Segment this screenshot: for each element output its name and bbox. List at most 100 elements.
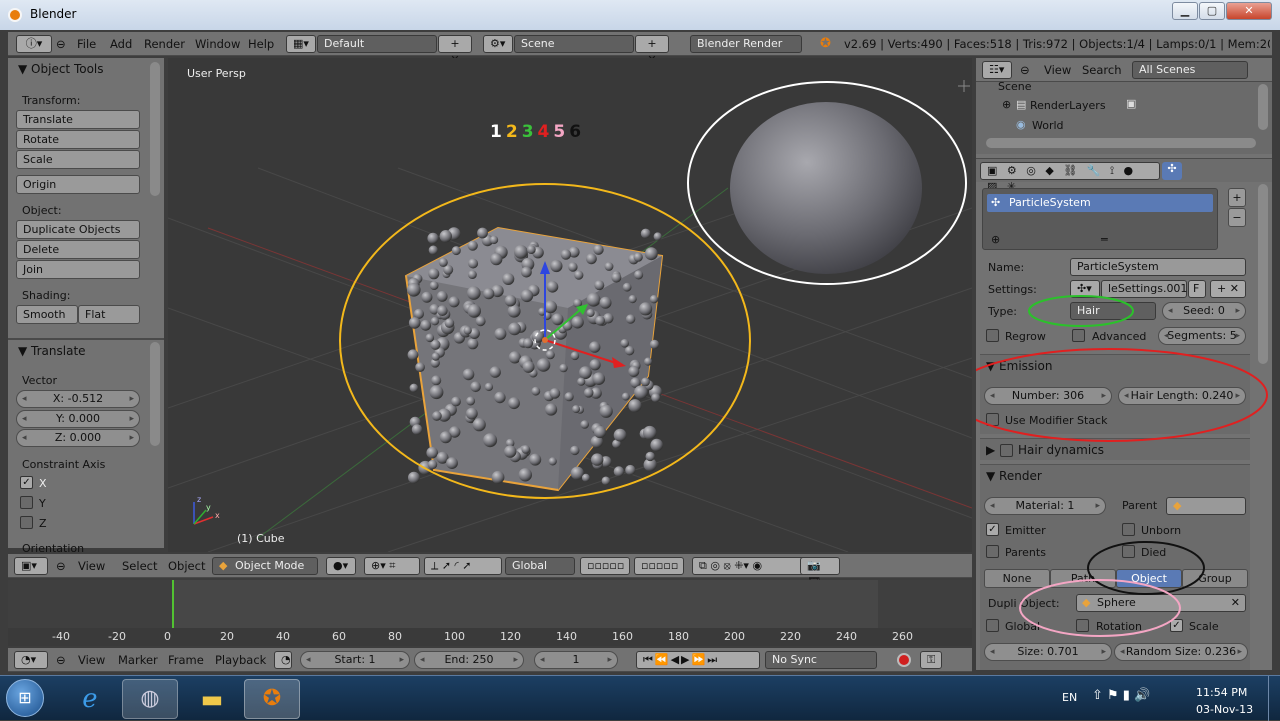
outliner-menu-view[interactable]: View: [1044, 63, 1071, 77]
collapse-icon[interactable]: ⊖: [56, 37, 66, 51]
collapse-icon[interactable]: ⊖: [1020, 63, 1030, 77]
clear-icon[interactable]: ✕: [1231, 595, 1240, 611]
editor-type-icon[interactable]: ⓘ▾: [16, 35, 52, 53]
vector-z-field[interactable]: Z: 0.000: [16, 429, 140, 447]
scene-select[interactable]: Scene: [514, 35, 634, 53]
clock-time[interactable]: 11:54 PM: [1196, 686, 1247, 699]
join-button[interactable]: Join: [16, 260, 140, 279]
settings-fake-user[interactable]: F: [1188, 280, 1206, 298]
material-field[interactable]: Material: 1: [984, 497, 1106, 515]
collapse-icon[interactable]: ⊖: [56, 559, 66, 573]
scene-icon[interactable]: ⚙▾: [483, 35, 513, 53]
keying-icon[interactable]: ⚿: [920, 651, 942, 669]
language-indicator[interactable]: EN: [1062, 691, 1077, 704]
rotate-button[interactable]: Rotate: [16, 130, 140, 149]
viewport-menu-select[interactable]: Select: [122, 559, 157, 573]
settings-field[interactable]: leSettings.001: [1101, 280, 1187, 298]
mode-select[interactable]: ◆ Object Mode: [212, 557, 318, 575]
end-frame-field[interactable]: End: 250: [414, 651, 524, 669]
remove-particle-system-button[interactable]: −: [1228, 208, 1246, 227]
translate-operator-header[interactable]: ▼ Translate: [18, 344, 86, 358]
internet-explorer-icon[interactable]: ℯ: [62, 679, 118, 719]
layers-grid-1[interactable]: ▫▫▫▫▫: [580, 557, 630, 575]
viewport-editor-type[interactable]: ▣▾: [14, 557, 48, 575]
constraint-z-checkbox[interactable]: [20, 516, 33, 529]
unborn-checkbox[interactable]: [1122, 523, 1135, 536]
layout-add-remove[interactable]: + ✕: [438, 35, 472, 66]
outliner-filter-select[interactable]: All Scenes: [1132, 61, 1248, 79]
settings-add-remove[interactable]: + ✕: [1210, 280, 1246, 298]
render-as-none[interactable]: None: [984, 569, 1050, 588]
number-field[interactable]: Number: 306: [984, 387, 1112, 405]
seed-field[interactable]: Seed: 0: [1162, 302, 1246, 320]
scene-add-remove[interactable]: + ✕: [635, 35, 669, 66]
show-desktop-button[interactable]: [1268, 676, 1280, 721]
add-particle-system-button[interactable]: +: [1228, 188, 1246, 207]
use-modifier-stack-checkbox[interactable]: [986, 413, 999, 426]
viewport-menu-object[interactable]: Object: [168, 559, 205, 573]
start-button[interactable]: ⊞: [6, 679, 44, 717]
record-button[interactable]: [897, 653, 911, 667]
operator-scrollbar[interactable]: [150, 342, 160, 446]
regrow-checkbox[interactable]: [986, 329, 999, 342]
duplicate-objects-button[interactable]: Duplicate Objects: [16, 220, 140, 239]
size-field[interactable]: Size: 0.701: [984, 643, 1112, 661]
parent-field[interactable]: ◆: [1166, 497, 1246, 515]
type-select[interactable]: Hair: [1070, 302, 1156, 320]
flat-button[interactable]: Flat: [78, 305, 140, 324]
preview-range-icon[interactable]: ◔: [274, 651, 292, 669]
translate-button[interactable]: Translate: [16, 110, 140, 129]
hair-dynamics-expand-icon[interactable]: ▶: [986, 443, 995, 457]
emission-header[interactable]: ▼ Emission: [986, 359, 1052, 373]
network-app-icon[interactable]: ◍: [122, 679, 178, 719]
3d-viewport[interactable]: User Persp 123456 z x y (1) Cube: [168, 58, 972, 552]
settings-browse[interactable]: ✣▾: [1070, 280, 1100, 298]
render-header[interactable]: ▼ Render: [986, 469, 1042, 483]
delete-button[interactable]: Delete: [16, 240, 140, 259]
constraint-x-checkbox[interactable]: ✓: [20, 476, 33, 489]
cube-object[interactable]: [404, 226, 664, 492]
tray-icons[interactable]: ⇧ ⚑ ▮ 🔊: [1092, 688, 1150, 703]
maximize-button[interactable]: ▢: [1199, 2, 1225, 20]
died-checkbox[interactable]: [1122, 545, 1135, 558]
current-frame-field[interactable]: 1: [534, 651, 618, 669]
render-engine-select[interactable]: Blender Render: [690, 35, 802, 53]
menu-help[interactable]: Help: [248, 37, 274, 51]
constraint-y-checkbox[interactable]: [20, 496, 33, 509]
minimize-button[interactable]: ▁: [1172, 2, 1198, 20]
menu-file[interactable]: File: [77, 37, 96, 51]
list-resize-icon[interactable]: ⊕: [991, 233, 1000, 246]
shading-mode-select[interactable]: ●▾: [326, 557, 356, 575]
layers-grid-2[interactable]: ▫▫▫▫▫: [634, 557, 684, 575]
tool-shelf-scrollbar[interactable]: [150, 62, 160, 196]
dupli-object-field[interactable]: ◆ Sphere ✕: [1076, 594, 1246, 612]
timeline-area[interactable]: -40 -20 0 20 40 60 80 100 120 140 160 180 200 220 240 2…: [8, 580, 972, 646]
pivot-select[interactable]: ⊕▾ ⌗: [364, 557, 420, 575]
object-tools-header[interactable]: ▼ Object Tools: [18, 62, 104, 76]
vector-x-field[interactable]: X: -0.512: [16, 390, 140, 408]
smooth-button[interactable]: Smooth: [16, 305, 78, 324]
blender-taskbar-icon[interactable]: ✪: [244, 679, 300, 719]
outliner-item-renderlayers[interactable]: RenderLayers: [1030, 99, 1106, 112]
vector-y-field[interactable]: Y: 0.000: [16, 410, 140, 428]
render-visibility-icon[interactable]: ▣: [1126, 97, 1136, 110]
render-as-object[interactable]: Object: [1116, 569, 1182, 588]
particles-tab-icon[interactable]: ✣: [1162, 162, 1182, 180]
hair-dynamics-checkbox[interactable]: [1000, 444, 1013, 457]
render-buttons[interactable]: 📷 🎞: [800, 557, 840, 588]
sync-mode-select[interactable]: No Sync: [765, 651, 877, 669]
outliner-scrollbar[interactable]: [1258, 84, 1268, 130]
outliner-item-world[interactable]: World: [1032, 119, 1064, 132]
viewport-menu-view[interactable]: View: [78, 559, 105, 573]
rotation-checkbox[interactable]: [1076, 619, 1089, 632]
clock-date[interactable]: 03-Nov-13: [1196, 703, 1253, 716]
hair-dynamics-panel[interactable]: ▶ Hair dynamics: [980, 438, 1250, 460]
random-size-field[interactable]: Random Size: 0.236: [1114, 643, 1248, 661]
layout-icon[interactable]: ▦▾: [286, 35, 316, 53]
timeline-menu-playback[interactable]: Playback: [215, 653, 266, 667]
outliner-item-scene[interactable]: Scene: [998, 80, 1032, 93]
list-grip-icon[interactable]: ═: [1101, 233, 1108, 246]
current-frame-marker[interactable]: [172, 580, 174, 628]
close-button[interactable]: ✕: [1226, 2, 1272, 20]
particle-system-row[interactable]: ✣ ParticleSystem: [987, 194, 1213, 212]
